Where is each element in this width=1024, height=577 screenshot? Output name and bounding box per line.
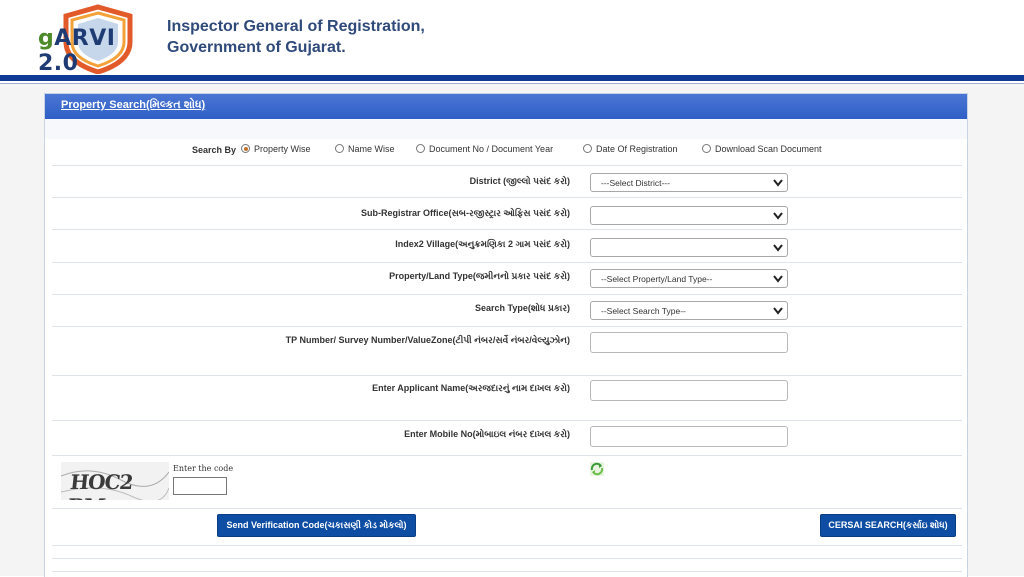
radio-label: Document No / Document Year — [429, 144, 554, 154]
radio-label: Property Wise — [254, 144, 311, 154]
mobile-input[interactable] — [590, 426, 788, 447]
radio-label: Download Scan Document — [715, 144, 822, 154]
chevron-down-icon — [773, 212, 783, 220]
panel-header: Property Search(મિલ્કત શોધ) — [45, 94, 967, 119]
mobile-label: Enter Mobile No(મોબાઇલ નંબર દાખલ કરો) — [404, 429, 570, 439]
captcha-row: HOC2 BM Enter the code — [52, 456, 962, 509]
panel-title-link[interactable]: Property Search(મિલ્કત શોધ) — [61, 99, 205, 112]
district-row: District (જીલ્લો પસંદ કરો) ---Select Dis… — [52, 166, 962, 198]
land-type-select-value: --Select Property/Land Type-- — [601, 274, 713, 284]
panel-spacer — [45, 119, 967, 139]
chevron-down-icon — [773, 307, 783, 315]
land-type-select[interactable]: --Select Property/Land Type-- — [590, 269, 788, 288]
search-by-label: Search By — [192, 145, 237, 155]
search-type-label: Search Type(શોધ પ્રકાર) — [475, 303, 570, 313]
organization-name: Inspector General of Registration, Gover… — [167, 16, 425, 58]
tp-number-input[interactable] — [590, 332, 788, 353]
search-by-row: Search By Property Wise Name Wise Docume… — [52, 139, 962, 166]
empty-row — [52, 546, 962, 559]
logo-text: gARVI 2.0 — [38, 26, 116, 76]
radio-name-wise[interactable]: Name Wise — [335, 144, 395, 154]
sro-row: Sub-Registrar Office(સબ-રજીસ્ટ્રાર ઓફિસ … — [52, 198, 962, 230]
village-label: Index2 Village(અનુક્રમણિકા 2 ગામ પસંદ કર… — [395, 239, 570, 249]
captcha-input[interactable] — [173, 477, 227, 495]
radio-property-wise[interactable]: Property Wise — [241, 144, 311, 154]
org-line-2: Government of Gujarat. — [167, 39, 346, 56]
tp-number-label: TP Number/ Survey Number/ValueZone(ટીપી … — [285, 335, 570, 345]
chevron-down-icon — [773, 244, 783, 252]
logo-letter-g: g — [38, 26, 55, 51]
chevron-down-icon — [773, 179, 783, 187]
applicant-row: Enter Applicant Name(અરજદારનું નામ દાખલ … — [52, 376, 962, 421]
land-type-label: Property/Land Type(જમીનનો પ્રકાર પસંદ કર… — [389, 271, 570, 281]
mobile-row: Enter Mobile No(મોબાઇલ નંબર દાખલ કરો) — [52, 421, 962, 456]
radio-date-of-registration[interactable]: Date Of Registration — [583, 144, 678, 154]
search-type-row: Search Type(શોધ પ્રકાર) --Select Search … — [52, 295, 962, 327]
radio-document-no[interactable]: Document No / Document Year — [416, 144, 553, 154]
radio-selected-icon — [241, 144, 250, 153]
header-divider-bar — [0, 75, 1024, 81]
search-type-select[interactable]: --Select Search Type-- — [590, 301, 788, 320]
refresh-captcha-icon[interactable] — [590, 462, 604, 476]
village-row: Index2 Village(અનુક્રમણિકા 2 ગામ પસંદ કર… — [52, 230, 962, 263]
cersai-search-button[interactable]: CERSAI SEARCH(કર્સાઇ શોધ) — [820, 514, 956, 537]
empty-row — [52, 559, 962, 572]
garvi-logo[interactable]: gARVI 2.0 — [38, 4, 160, 76]
radio-icon — [583, 144, 592, 153]
chevron-down-icon — [773, 275, 783, 283]
radio-label: Name Wise — [348, 144, 395, 154]
sro-select[interactable] — [590, 206, 788, 225]
radio-icon — [335, 144, 344, 153]
search-type-select-value: --Select Search Type-- — [601, 306, 686, 316]
district-select-value: ---Select District--- — [601, 178, 670, 188]
send-verification-code-button[interactable]: Send Verification Code(ચકાસણી કોડ મોકલો) — [217, 514, 416, 537]
district-select[interactable]: ---Select District--- — [590, 173, 788, 192]
land-type-row: Property/Land Type(જમીનનો પ્રકાર પસંદ કર… — [52, 263, 962, 295]
district-label: District (જીલ્લો પસંદ કરો) — [469, 176, 570, 186]
radio-download-scan[interactable]: Download Scan Document — [702, 144, 822, 154]
captcha-image: HOC2 BM — [61, 462, 169, 500]
captcha-label: Enter the code — [173, 464, 234, 473]
site-header: gARVI 2.0 Inspector General of Registrat… — [0, 0, 1024, 76]
org-line-1: Inspector General of Registration, — [167, 18, 425, 35]
tp-number-row: TP Number/ Survey Number/ValueZone(ટીપી … — [52, 327, 962, 376]
button-row: Send Verification Code(ચકાસણી કોડ મોકલો)… — [52, 509, 962, 546]
village-select[interactable] — [590, 238, 788, 257]
sro-label: Sub-Registrar Office(સબ-રજીસ્ટ્રાર ઓફિસ … — [360, 208, 570, 218]
property-search-panel: Property Search(મિલ્કત શોધ) Search By Pr… — [44, 93, 968, 577]
radio-label: Date Of Registration — [596, 144, 678, 154]
applicant-label: Enter Applicant Name(અરજદારનું નામ દાખલ … — [372, 383, 570, 393]
captcha-text: HOC2 BM — [66, 470, 134, 500]
radio-icon — [702, 144, 711, 153]
applicant-name-input[interactable] — [590, 380, 788, 401]
radio-icon — [416, 144, 425, 153]
